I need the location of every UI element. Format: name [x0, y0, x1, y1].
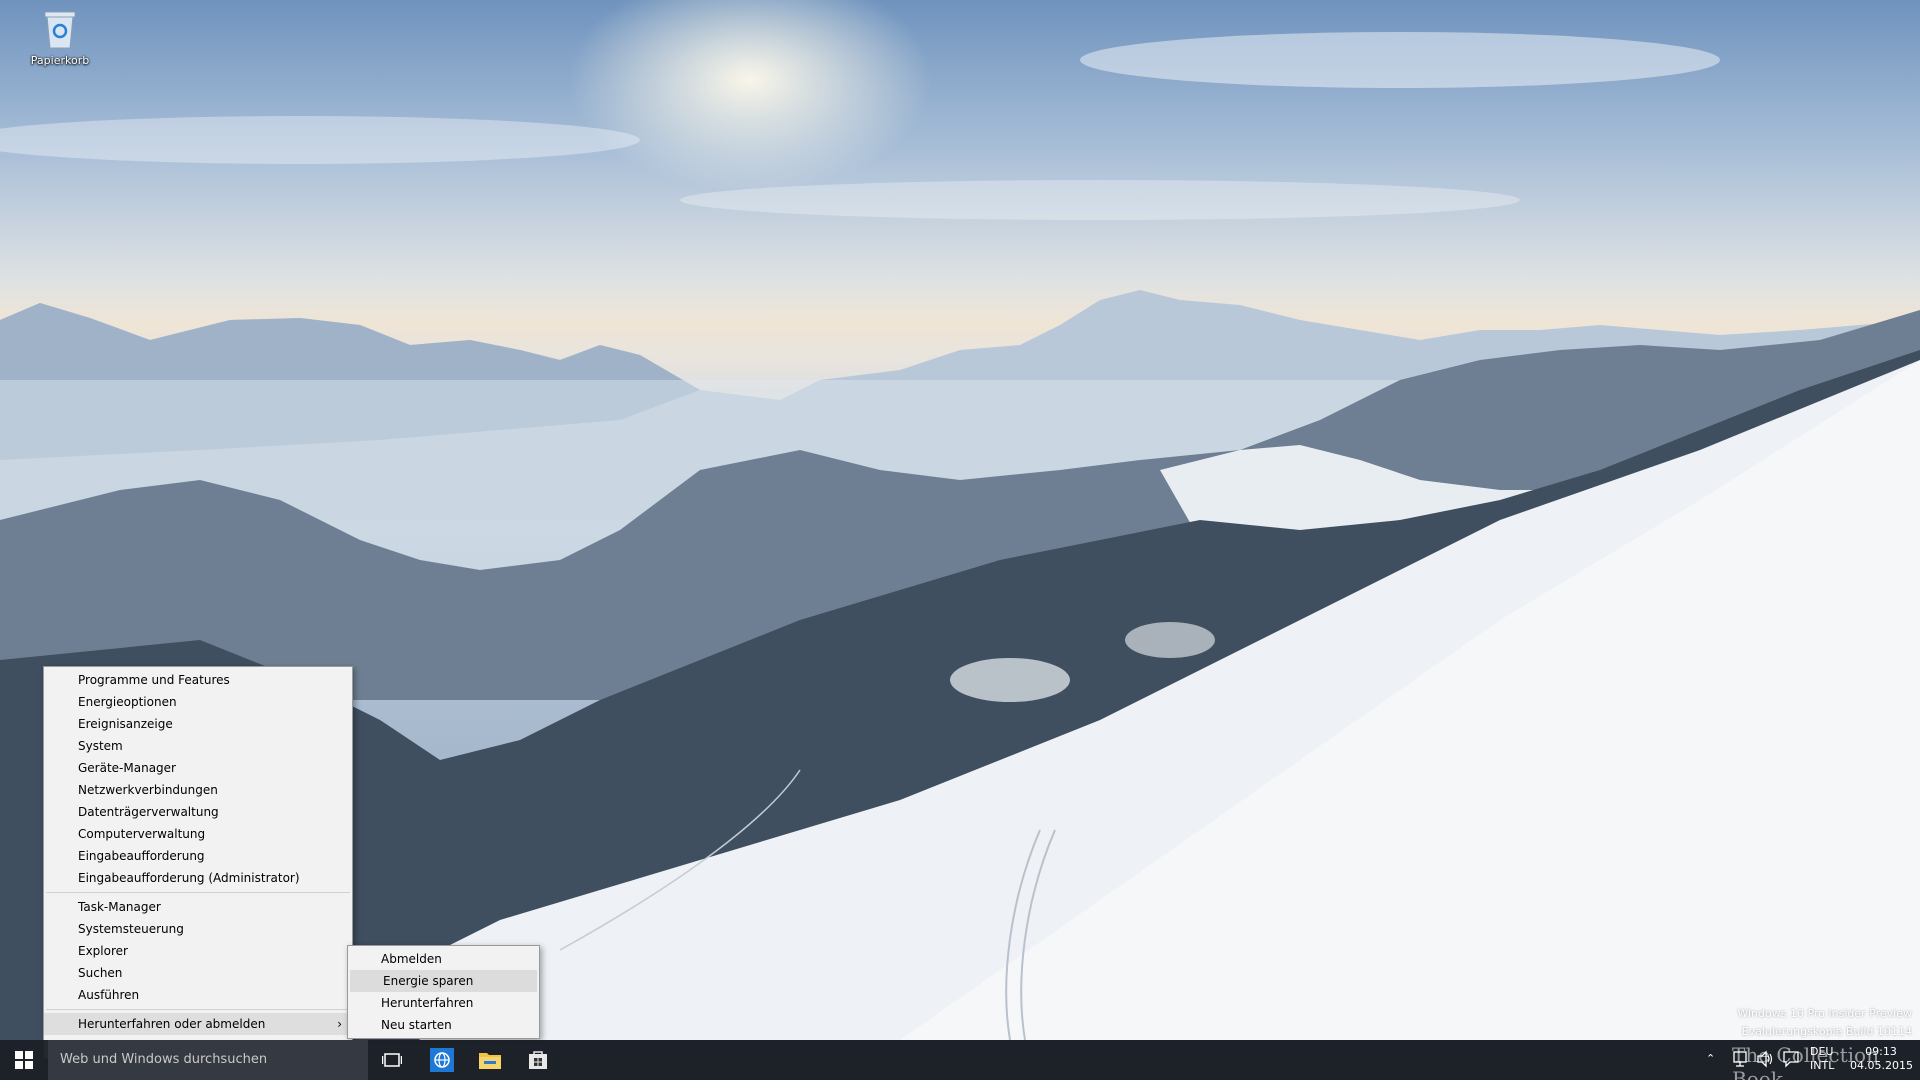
browser-globe-icon: [430, 1048, 454, 1072]
task-view-icon: [382, 1053, 402, 1067]
menu-item-network-connections[interactable]: Netzwerkverbindungen: [44, 779, 352, 801]
menu-item-programs-features[interactable]: Programme und Features: [44, 669, 352, 691]
recycle-bin-icon: [41, 8, 79, 50]
chevron-right-icon: ›: [337, 1017, 342, 1031]
chevron-up-icon[interactable]: ⌃: [1706, 1052, 1715, 1092]
taskbar: Web und Windows durchsuchen ⌃ DEU INTL 0…: [0, 1040, 1920, 1080]
recycle-bin-desktop-icon[interactable]: Papierkorb: [22, 8, 98, 67]
menu-item-shutdown-signout[interactable]: Herunterfahren oder abmelden ›: [44, 1013, 352, 1035]
folder-icon: [479, 1053, 501, 1069]
windows-logo-icon: [15, 1051, 33, 1069]
menu-item-system[interactable]: System: [44, 735, 352, 757]
menu-separator: [46, 892, 350, 893]
taskbar-file-explorer-button[interactable]: [466, 1040, 514, 1080]
winx-context-menu: Programme und Features Energieoptionen E…: [43, 666, 353, 1060]
menu-item-explorer[interactable]: Explorer: [44, 940, 352, 962]
submenu-item-restart[interactable]: Neu starten: [348, 1014, 539, 1036]
watermark-line-1: Windows 10 Pro Insider Preview: [1737, 1007, 1912, 1020]
menu-item-task-manager[interactable]: Task-Manager: [44, 896, 352, 918]
watermark-line-2: Evaluierungskopie Build 10114: [1741, 1025, 1912, 1038]
menu-item-shutdown-signout-label: Herunterfahren oder abmelden: [78, 1017, 266, 1031]
menu-item-command-prompt[interactable]: Eingabeaufforderung: [44, 845, 352, 867]
shutdown-submenu: Abmelden Energie sparen Herunterfahren N…: [347, 945, 540, 1039]
build-watermark: Windows 10 Pro Insider Preview Evaluieru…: [1737, 1005, 1912, 1041]
brand-watermark: The Collection Book: [1732, 1043, 1879, 1091]
menu-item-run[interactable]: Ausführen: [44, 984, 352, 1006]
submenu-item-sign-out[interactable]: Abmelden: [348, 948, 539, 970]
menu-item-disk-management[interactable]: Datenträgerverwaltung: [44, 801, 352, 823]
task-view-button[interactable]: [368, 1040, 416, 1080]
taskbar-browser-button[interactable]: [418, 1040, 466, 1080]
menu-item-event-viewer[interactable]: Ereignisanzeige: [44, 713, 352, 735]
menu-item-device-manager[interactable]: Geräte-Manager: [44, 757, 352, 779]
menu-item-computer-management[interactable]: Computerverwaltung: [44, 823, 352, 845]
menu-item-command-prompt-admin[interactable]: Eingabeaufforderung (Administrator): [44, 867, 352, 889]
menu-item-control-panel[interactable]: Systemsteuerung: [44, 918, 352, 940]
submenu-item-sleep[interactable]: Energie sparen: [350, 970, 537, 992]
start-button[interactable]: [0, 1040, 48, 1080]
submenu-item-shut-down[interactable]: Herunterfahren: [348, 992, 539, 1014]
recycle-bin-label: Papierkorb: [30, 54, 90, 67]
taskbar-store-button[interactable]: [514, 1040, 562, 1080]
menu-item-power-options[interactable]: Energieoptionen: [44, 691, 352, 713]
menu-item-search[interactable]: Suchen: [44, 962, 352, 984]
store-bag-icon: [529, 1051, 547, 1069]
menu-separator: [46, 1009, 350, 1010]
taskbar-search-box[interactable]: Web und Windows durchsuchen: [48, 1040, 368, 1080]
